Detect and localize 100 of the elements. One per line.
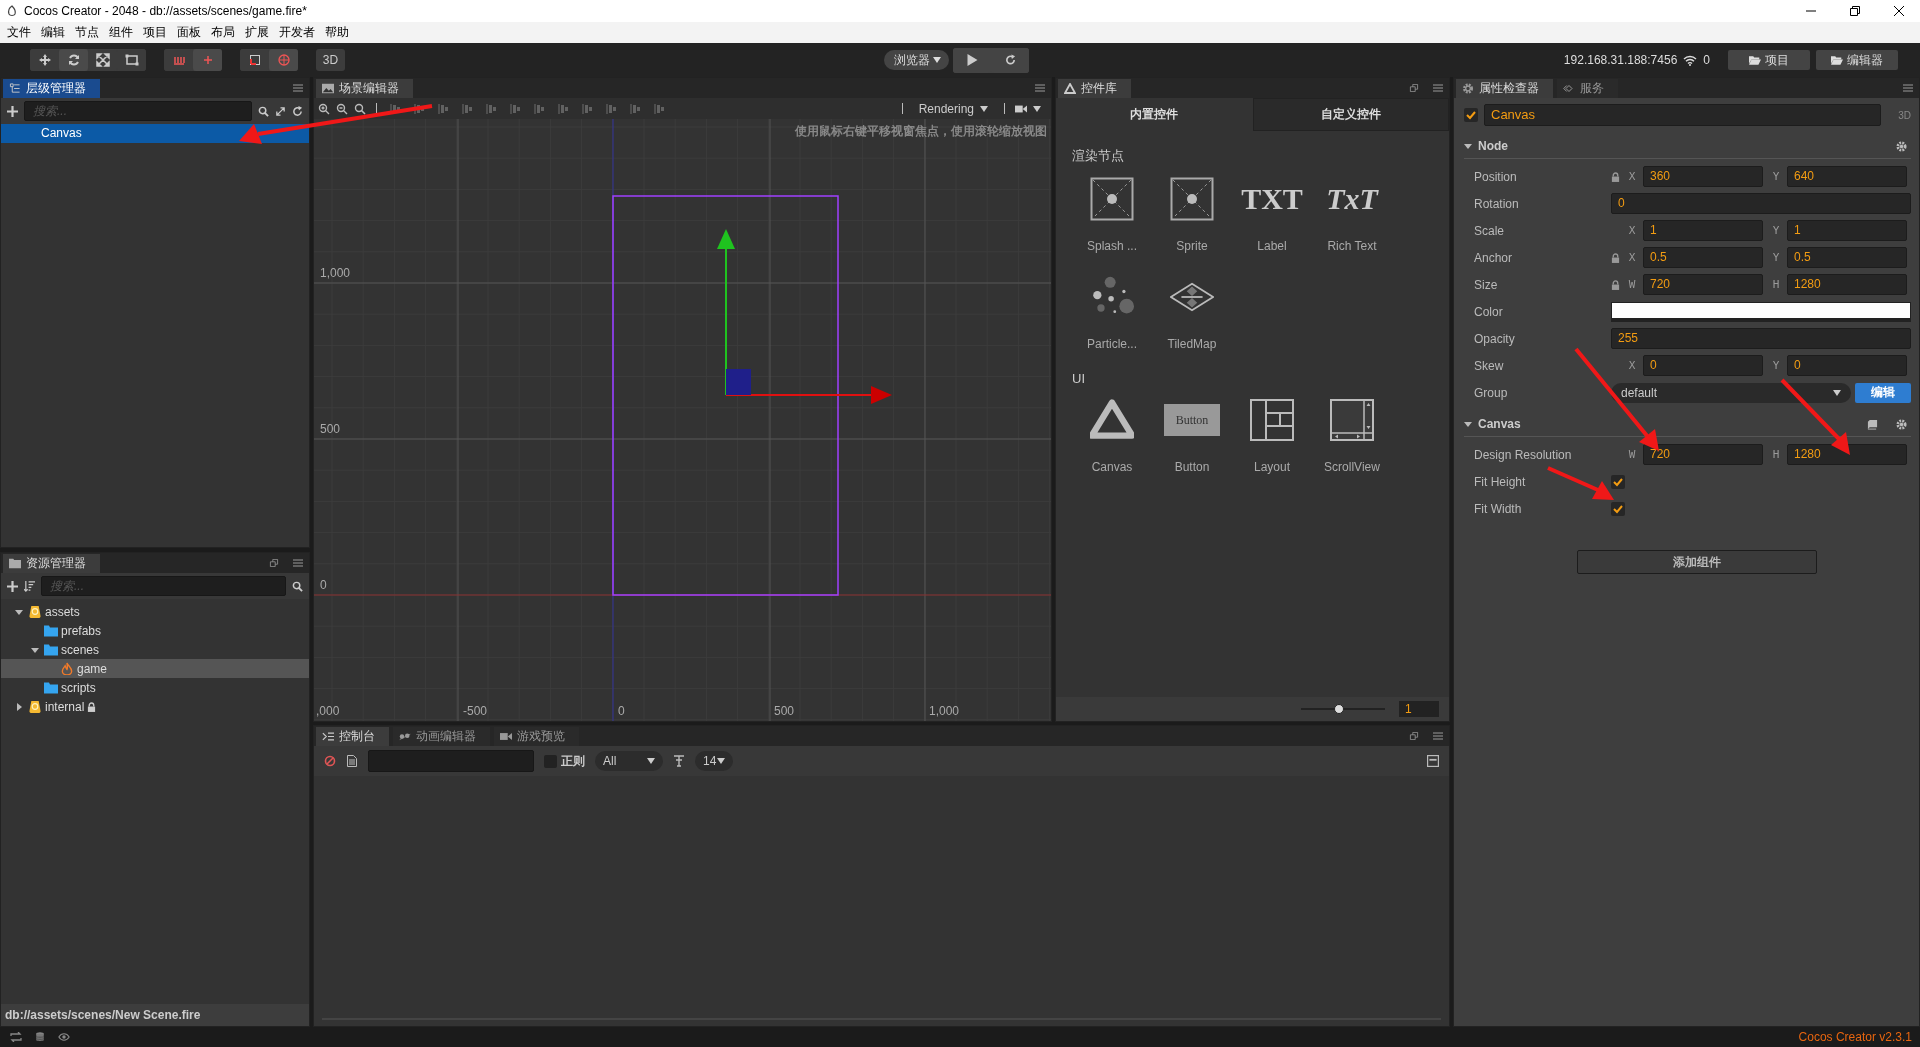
menu-icon[interactable] xyxy=(1433,732,1443,740)
render-mode-select[interactable]: Rendering xyxy=(912,100,994,117)
scroll-view-icon[interactable] xyxy=(1330,398,1374,442)
add-icon[interactable] xyxy=(7,580,18,592)
caret-icon[interactable] xyxy=(31,645,39,654)
preview-select[interactable]: 浏览器 xyxy=(884,50,949,70)
caret-icon[interactable] xyxy=(15,607,23,616)
label-icon[interactable]: TXT xyxy=(1241,177,1303,221)
filter-field[interactable] xyxy=(368,750,534,772)
caret-icon[interactable] xyxy=(1464,142,1472,150)
checkbox[interactable] xyxy=(1611,474,1625,489)
menu-item[interactable]: 布局 xyxy=(209,24,243,41)
settings-icon[interactable] xyxy=(1896,418,1907,430)
sort-icon[interactable] xyxy=(24,580,35,592)
button-icon[interactable]: Button xyxy=(1164,404,1220,436)
menu-item[interactable]: 组件 xyxy=(107,24,141,41)
menu-item[interactable]: 帮助 xyxy=(323,24,357,41)
panel-tab[interactable]: 动画编辑器 xyxy=(393,727,490,746)
number-field[interactable]: 640 xyxy=(1787,166,1907,187)
book-icon[interactable] xyxy=(1867,418,1878,430)
color-swatch[interactable] xyxy=(1611,301,1911,322)
panel-tab[interactable]: 游戏预览 xyxy=(494,727,579,746)
section-title[interactable]: Canvas xyxy=(1478,417,1521,431)
tree-item[interactable]: Canvas xyxy=(1,124,309,143)
add-component-button[interactable]: 添加组件 xyxy=(1576,550,1817,574)
asset-item[interactable]: prefabs xyxy=(1,621,309,640)
menu-item[interactable]: 开发者 xyxy=(277,24,323,41)
collapse-icon[interactable] xyxy=(1427,755,1439,767)
panel-tab[interactable]: 控件库 xyxy=(1058,79,1131,98)
panel-tab[interactable]: 资源管理器 xyxy=(3,554,100,573)
float-icon[interactable] xyxy=(1409,732,1419,740)
number-field[interactable]: 0.5 xyxy=(1787,247,1907,268)
menu-item[interactable]: 项目 xyxy=(141,24,175,41)
zoom-out-icon[interactable] xyxy=(336,102,348,115)
panel-tab[interactable]: 服务 xyxy=(1557,79,1618,98)
align-icon[interactable] xyxy=(414,102,426,115)
triangle-icon[interactable] xyxy=(1090,398,1134,442)
sprite-icon[interactable] xyxy=(1090,177,1134,221)
search-icon[interactable] xyxy=(258,105,269,117)
tab[interactable]: 自定义控件 xyxy=(1252,98,1449,131)
lock-icon[interactable] xyxy=(1611,252,1620,263)
number-field[interactable]: 360 xyxy=(1643,166,1763,187)
layout-icon[interactable] xyxy=(1250,398,1294,442)
number-field[interactable]: 0 xyxy=(1787,355,1907,376)
database-icon[interactable] xyxy=(34,1032,46,1042)
open-folder-button[interactable]: 编辑器 xyxy=(1816,50,1898,70)
float-icon[interactable] xyxy=(269,559,279,567)
number-field[interactable]: 1 xyxy=(1787,220,1907,241)
expand-icon[interactable] xyxy=(275,105,286,117)
caret-icon[interactable] xyxy=(15,702,23,711)
number-field[interactable]: 0 xyxy=(1611,193,1911,214)
slider-thumb[interactable] xyxy=(1333,704,1344,714)
eye-icon[interactable] xyxy=(58,1032,70,1042)
asset-item[interactable]: game xyxy=(1,659,309,678)
asset-item[interactable]: assets xyxy=(1,602,309,621)
number-field[interactable]: 720 xyxy=(1643,274,1763,295)
zoom-reset-icon[interactable] xyxy=(354,102,366,115)
menu-item[interactable]: 节点 xyxy=(73,24,107,41)
zoom-value-field[interactable]: 1 xyxy=(1399,701,1439,717)
document-icon[interactable] xyxy=(346,755,358,767)
panel-tab[interactable]: 属性检查器 xyxy=(1456,79,1553,98)
lock-icon[interactable] xyxy=(1611,279,1620,290)
number-field[interactable]: 1 xyxy=(1643,220,1763,241)
section-title[interactable]: Node xyxy=(1478,139,1508,153)
number-field[interactable]: 255 xyxy=(1611,328,1911,349)
caret-icon[interactable] xyxy=(1464,420,1472,428)
checkbox[interactable] xyxy=(1611,501,1625,516)
float-icon[interactable] xyxy=(1409,84,1419,92)
number-field[interactable]: 720 xyxy=(1643,444,1763,465)
menu-item[interactable]: 编辑 xyxy=(39,24,73,41)
menu-icon[interactable] xyxy=(293,559,303,567)
add-icon[interactable] xyxy=(7,105,18,117)
node-name-field[interactable]: Canvas xyxy=(1484,104,1881,126)
menu-icon[interactable] xyxy=(1903,84,1913,92)
caret-icon[interactable] xyxy=(1033,105,1041,112)
refresh-icon[interactable] xyxy=(292,105,303,117)
number-field[interactable]: 0.5 xyxy=(1643,247,1763,268)
panel-tab[interactable]: 场景编辑器 xyxy=(316,79,413,98)
sync-icon[interactable] xyxy=(10,1032,22,1042)
number-field[interactable]: 0 xyxy=(1643,355,1763,376)
clear-icon[interactable] xyxy=(324,755,336,767)
menu-icon[interactable] xyxy=(293,84,303,92)
number-field[interactable]: 1280 xyxy=(1787,444,1907,465)
settings-icon[interactable] xyxy=(1896,140,1907,152)
group-select[interactable]: default xyxy=(1611,382,1851,403)
asset-item[interactable]: scenes xyxy=(1,640,309,659)
sprite-icon[interactable] xyxy=(1170,177,1214,221)
3d-toggle-button[interactable]: 3D xyxy=(316,49,345,71)
move-gizmo[interactable] xyxy=(717,229,892,404)
edit-button[interactable]: 编辑 xyxy=(1855,382,1911,403)
lock-icon[interactable] xyxy=(1611,171,1620,182)
rich-text-icon[interactable]: TxT xyxy=(1326,177,1378,221)
font-size-select[interactable]: 14 xyxy=(695,751,733,771)
rotate-tool-button[interactable] xyxy=(59,49,88,71)
panel-tab[interactable]: 控制台 xyxy=(316,727,389,746)
menu-icon[interactable] xyxy=(1035,84,1045,92)
number-field[interactable]: 1280 xyxy=(1787,274,1907,295)
asset-item[interactable]: internal xyxy=(1,697,309,716)
open-folder-button[interactable]: 项目 xyxy=(1728,50,1810,70)
restore-icon[interactable] xyxy=(1850,6,1860,16)
